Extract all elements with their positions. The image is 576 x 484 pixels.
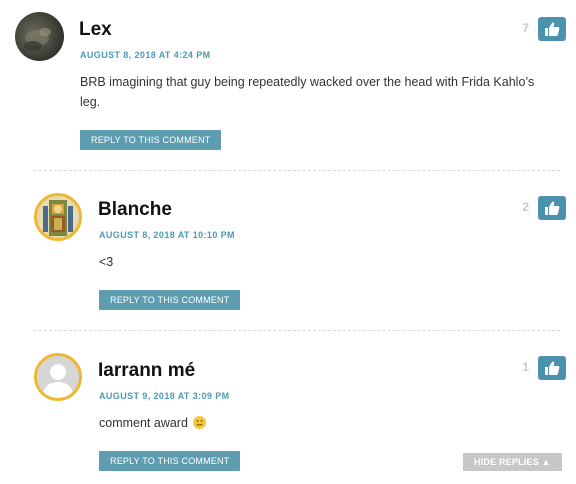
comment-body: comment award <box>99 413 569 433</box>
hide-replies-button[interactable]: HIDE REPLIES ▲ <box>463 453 562 471</box>
reply-button[interactable]: REPLY TO THIS COMMENT <box>99 451 241 471</box>
thumbs-up-icon <box>545 361 560 375</box>
avatar-lex[interactable] <box>15 12 64 61</box>
thumbs-up-icon <box>545 201 560 215</box>
slightly-smiling-face-icon <box>193 416 207 429</box>
like-button[interactable] <box>538 356 566 380</box>
comment-date[interactable]: AUGUST 8, 2018 AT 4:24 PM <box>80 50 211 60</box>
comment-body: BRB imagining that guy being repeatedly … <box>80 75 535 109</box>
avatar-iarrann[interactable] <box>34 353 82 401</box>
like-button[interactable] <box>538 196 566 220</box>
reply-button[interactable]: REPLY TO THIS COMMENT <box>99 290 241 310</box>
like-count: 1 <box>522 360 529 374</box>
comment-body-text: comment award <box>99 416 188 430</box>
like-count: 7 <box>522 21 529 35</box>
comment-date[interactable]: AUGUST 9, 2018 AT 3:09 PM <box>99 391 230 401</box>
comment-author: Iarrann mé <box>98 360 196 381</box>
avatar-lex-image <box>24 28 51 51</box>
reply-button[interactable]: REPLY TO THIS COMMENT <box>80 130 222 150</box>
avatar-blanche-image <box>37 196 79 238</box>
avatar-blanche[interactable] <box>34 193 82 241</box>
like-count: 2 <box>522 200 529 214</box>
comment-divider <box>34 330 560 331</box>
comment-author: Lex <box>79 19 112 40</box>
thumbs-up-icon <box>545 22 560 36</box>
person-silhouette-icon <box>37 356 79 398</box>
comment-date[interactable]: AUGUST 8, 2018 AT 10:10 PM <box>99 230 235 240</box>
comment-body: <3 <box>99 255 114 269</box>
comment-author: Blanche <box>98 199 172 220</box>
like-button[interactable] <box>538 17 566 41</box>
comment-divider <box>34 170 560 171</box>
